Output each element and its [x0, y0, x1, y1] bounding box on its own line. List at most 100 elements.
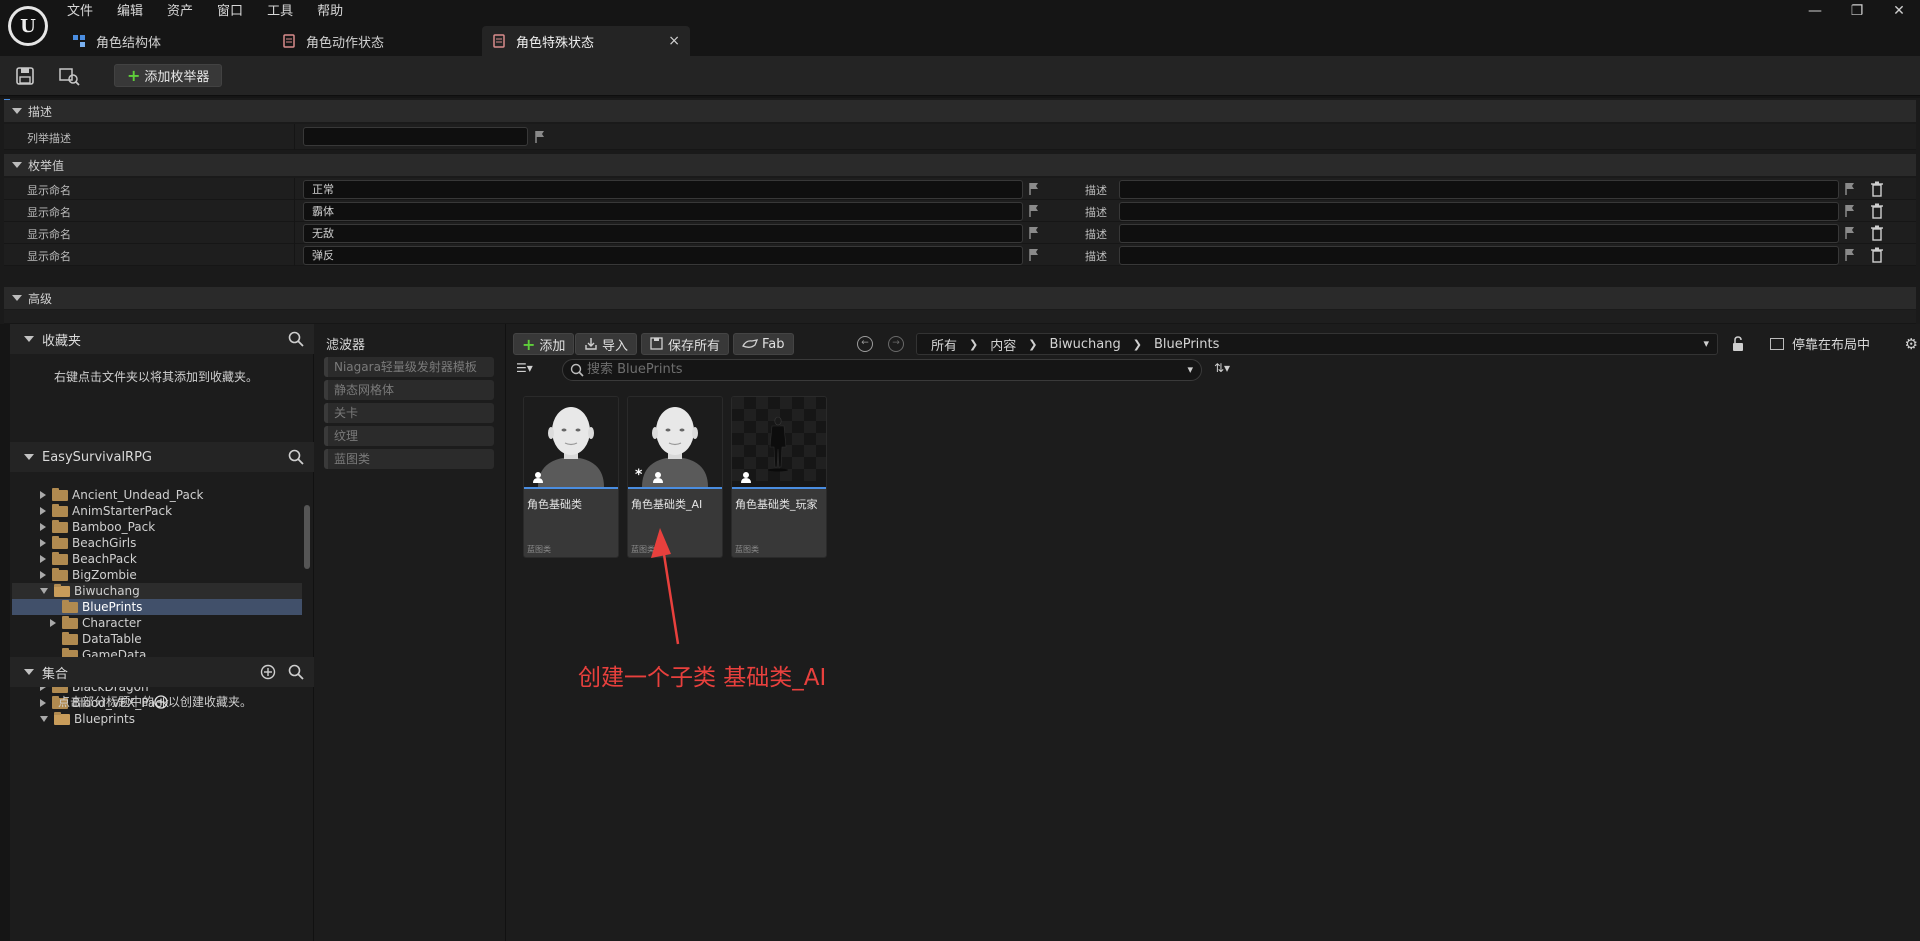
add-collection-icon[interactable]	[260, 664, 276, 680]
chevron-down-icon[interactable]: ▾	[1703, 337, 1709, 350]
tree-item[interactable]: BeachGirls	[40, 535, 136, 551]
breadcrumb-content[interactable]: 内容	[990, 335, 1016, 354]
tree-item[interactable]: AnimStarterPack	[40, 503, 172, 519]
tab-struct[interactable]: 角色结构体	[62, 26, 272, 56]
collapsed-arrow-icon[interactable]	[40, 699, 46, 707]
search-icon[interactable]	[288, 331, 304, 347]
filter-niagara[interactable]: Niagara轻量级发射器模板	[324, 357, 494, 377]
dock-in-layout-button[interactable]: 停靠在布局中	[1770, 334, 1870, 353]
tree-item[interactable]: Blueprints	[40, 711, 135, 726]
filter-texture[interactable]: 纹理	[324, 426, 494, 446]
menu-file[interactable]: 文件	[67, 2, 105, 22]
unreal-logo-icon[interactable]: U	[8, 6, 48, 46]
tab-special-state[interactable]: 角色特殊状态 ×	[482, 26, 690, 56]
close-window-button[interactable]: ✕	[1878, 0, 1920, 22]
flag-icon[interactable]	[1844, 182, 1856, 196]
add-button[interactable]: + 添加	[513, 333, 575, 355]
search-icon[interactable]	[288, 449, 304, 465]
flag-icon[interactable]	[1844, 226, 1856, 240]
collapsed-arrow-icon[interactable]	[40, 555, 46, 563]
collapsed-arrow-icon[interactable]	[40, 571, 46, 579]
delete-icon[interactable]	[1870, 181, 1884, 197]
tree-item[interactable]: BluePrints	[50, 599, 142, 615]
tree-scrollbar[interactable]	[304, 505, 310, 569]
restore-button[interactable]: ❐	[1836, 0, 1878, 22]
fab-button[interactable]: Fab	[733, 333, 794, 355]
enum-description-field[interactable]	[303, 127, 528, 146]
flag-icon[interactable]	[1028, 204, 1040, 218]
asset-tile[interactable]: 角色基础类_玩家 蓝图类	[731, 396, 827, 558]
tree-item[interactable]: Ancient_Undead_Pack	[40, 487, 203, 503]
menu-tools[interactable]: 工具	[255, 2, 305, 22]
search-icon[interactable]	[288, 664, 304, 680]
filter-static-mesh[interactable]: 静态网格体	[324, 380, 494, 400]
collapsed-arrow-icon[interactable]	[40, 507, 46, 515]
forward-icon[interactable]: →	[888, 336, 904, 352]
enum-value-row: 显示命名 无敌 描述	[4, 222, 1916, 244]
collapsed-arrow-icon[interactable]	[40, 523, 46, 531]
favorites-header[interactable]: 收藏夹	[10, 324, 314, 354]
asset-name: 角色基础类_AI	[631, 498, 703, 511]
breadcrumb-biwuchang[interactable]: Biwuchang	[1049, 337, 1120, 352]
delete-icon[interactable]	[1870, 247, 1884, 263]
menu-help[interactable]: 帮助	[305, 2, 355, 22]
tree-item[interactable]: BeachPack	[40, 551, 137, 567]
description-field[interactable]	[1119, 224, 1839, 243]
collapsed-arrow-icon[interactable]	[50, 619, 56, 627]
import-button[interactable]: 导入	[575, 333, 638, 355]
add-enumerator-button[interactable]: + 添加枚举器	[114, 64, 223, 87]
project-header[interactable]: EasySurvivalRPG	[10, 442, 314, 472]
flag-icon[interactable]	[1028, 248, 1040, 262]
search-input[interactable]: 搜索 BluePrints ▾	[562, 359, 1202, 381]
category-enum-values[interactable]: 枚举值	[4, 154, 1916, 176]
category-advanced[interactable]: 高级	[4, 287, 1916, 309]
tree-item[interactable]: Biwuchang	[40, 583, 140, 599]
flag-icon[interactable]	[1028, 226, 1040, 240]
tab-action-state[interactable]: 角色动作状态	[272, 26, 482, 56]
close-tab-icon[interactable]: ×	[668, 33, 680, 49]
expanded-arrow-icon[interactable]	[40, 588, 48, 594]
chevron-down-icon[interactable]: ▾	[1187, 360, 1193, 380]
menu-asset[interactable]: 资产	[155, 2, 205, 22]
description-field[interactable]	[1119, 180, 1839, 199]
save-icon[interactable]	[14, 65, 36, 87]
filter-dropdown-icon[interactable]: ☰▾	[516, 361, 533, 375]
description-field[interactable]	[1119, 246, 1839, 265]
flag-icon[interactable]	[534, 130, 546, 144]
settings-gear-icon[interactable]: ⚙	[1905, 335, 1918, 353]
delete-icon[interactable]	[1870, 203, 1884, 219]
display-name-field[interactable]: 无敌	[303, 224, 1023, 243]
menu-edit[interactable]: 编辑	[105, 2, 155, 22]
tree-item-label: BeachPack	[72, 552, 137, 566]
flag-icon[interactable]	[1028, 182, 1040, 196]
delete-icon[interactable]	[1870, 225, 1884, 241]
asset-tile[interactable]: 角色基础类 蓝图类	[523, 396, 619, 558]
tree-item[interactable]: Bamboo_Pack	[40, 519, 155, 535]
collapsed-arrow-icon[interactable]	[40, 491, 46, 499]
lock-icon[interactable]	[1731, 336, 1745, 352]
save-all-button[interactable]: 保存所有	[641, 333, 730, 355]
back-icon[interactable]: ←	[857, 336, 873, 352]
category-description[interactable]: 描述	[4, 100, 1916, 122]
description-field[interactable]	[1119, 202, 1839, 221]
minimize-button[interactable]: —	[1794, 0, 1836, 22]
tree-item[interactable]: Character	[50, 615, 141, 631]
sort-dropdown-icon[interactable]: ⇅▾	[1214, 361, 1230, 375]
browse-icon[interactable]	[58, 65, 80, 87]
display-name-field[interactable]: 弹反	[303, 246, 1023, 265]
flag-icon[interactable]	[1844, 204, 1856, 218]
filter-level[interactable]: 关卡	[324, 403, 494, 423]
display-name-field[interactable]: 霸体	[303, 202, 1023, 221]
menu-window[interactable]: 窗口	[205, 2, 255, 22]
expanded-arrow-icon[interactable]	[40, 716, 48, 722]
flag-icon[interactable]	[1844, 248, 1856, 262]
tree-item[interactable]: BigZombie	[40, 567, 137, 583]
display-name-field[interactable]: 正常	[303, 180, 1023, 199]
collapsed-arrow-icon[interactable]	[40, 539, 46, 547]
breadcrumb-blueprints[interactable]: BluePrints	[1154, 337, 1219, 352]
tree-item[interactable]: DataTable	[50, 631, 142, 647]
description-label: 描述	[1085, 250, 1107, 263]
filter-blueprint-class[interactable]: 蓝图类	[324, 449, 494, 469]
collections-header[interactable]: 集合	[10, 657, 314, 687]
breadcrumb-all[interactable]: 所有	[931, 335, 957, 354]
